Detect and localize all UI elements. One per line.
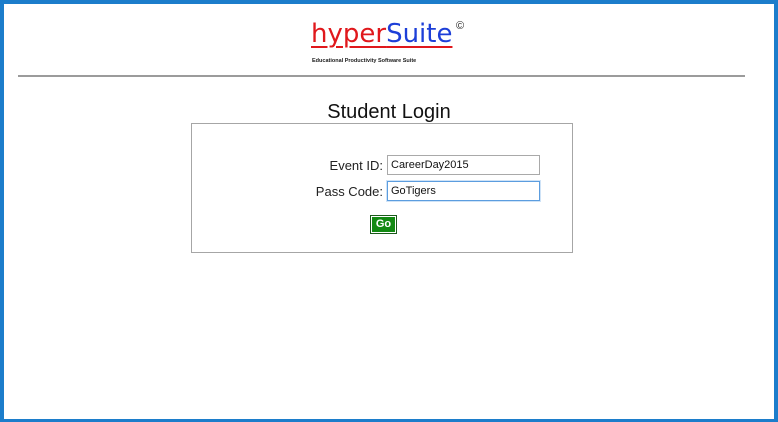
logo-wordmark: hyperSuite <box>311 18 452 50</box>
header-divider <box>18 75 745 77</box>
go-button[interactable]: Go <box>370 215 397 234</box>
copyright-icon: © <box>456 20 465 32</box>
logo-hyper: hyper <box>311 19 387 49</box>
login-panel: Event ID: Pass Code: Go <box>191 123 573 253</box>
pass-code-label: Pass Code: <box>315 184 383 199</box>
hypersuite-logo: hyperSuite © Educational Productivity So… <box>311 18 481 74</box>
event-id-input[interactable] <box>387 155 540 175</box>
logo-suite: Suite <box>386 19 453 49</box>
page-title: Student Login <box>327 101 451 123</box>
pass-code-input[interactable] <box>387 181 540 201</box>
page-header: hyperSuite © Educational Productivity So… <box>4 4 774 77</box>
event-id-label: Event ID: <box>329 158 383 173</box>
app-window: hyperSuite © Educational Productivity So… <box>0 0 778 422</box>
logo-tagline: Educational Productivity Software Suite <box>312 58 417 64</box>
